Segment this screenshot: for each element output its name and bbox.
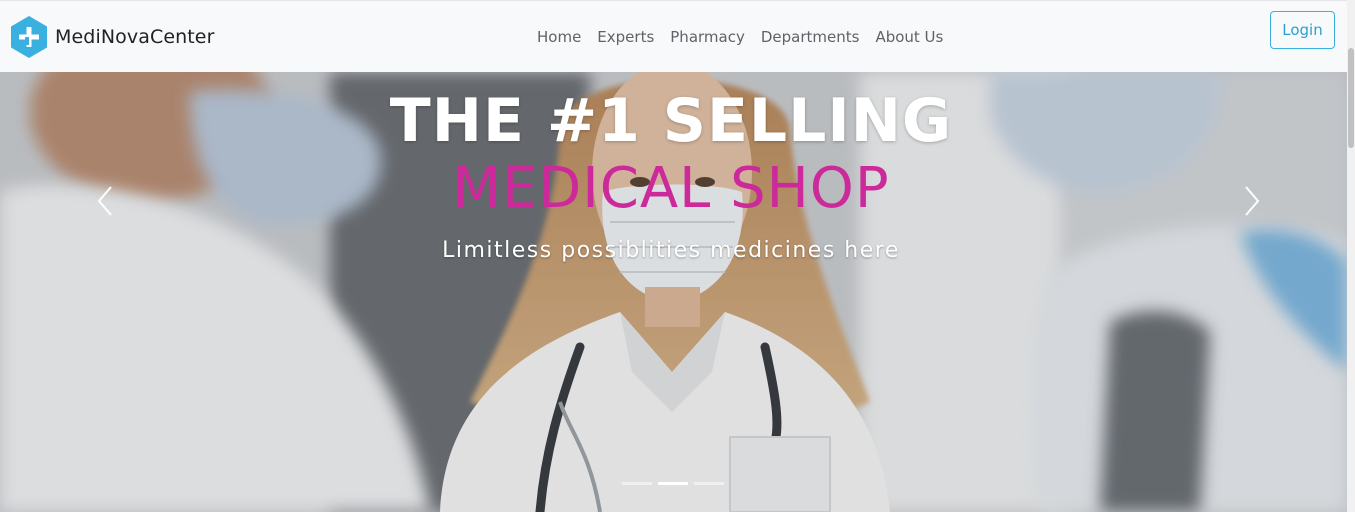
page-scrollbar[interactable] [1347,0,1355,512]
page: MediNovaCenter Home Experts Pharmacy Dep… [0,0,1355,512]
medical-cross-icon [11,16,47,58]
hero-tagline: Limitless possiblities medicines here [442,238,900,263]
nav-link-experts[interactable]: Experts [589,28,662,46]
nav-link-departments[interactable]: Departments [753,28,868,46]
chevron-right-icon [1245,186,1260,216]
hero-subtitle: MEDICAL SHOP [452,156,890,221]
carousel-indicator-2[interactable] [658,482,688,485]
nav-link-home[interactable]: Home [529,28,589,46]
hero-carousel: THE #1 SELLING MEDICAL SHOP Limitless po… [0,72,1347,512]
carousel-indicator-1[interactable] [622,482,652,485]
nav-link-about-us[interactable]: About Us [867,28,951,46]
navbar: MediNovaCenter Home Experts Pharmacy Dep… [0,0,1347,72]
brand-link[interactable]: MediNovaCenter [10,15,215,59]
chevron-left-icon [97,186,112,216]
hero-title: THE #1 SELLING [389,86,953,156]
carousel-indicators [622,482,724,485]
carousel-next-button[interactable] [1231,182,1261,218]
brand-name: MediNovaCenter [55,26,215,48]
carousel-indicator-3[interactable] [694,482,724,485]
carousel-prev-button[interactable] [84,182,114,218]
nav-link-pharmacy[interactable]: Pharmacy [662,28,753,46]
login-button[interactable]: Login [1270,11,1335,49]
scrollbar-thumb[interactable] [1348,48,1354,148]
nav-links: Home Experts Pharmacy Departments About … [529,28,951,46]
